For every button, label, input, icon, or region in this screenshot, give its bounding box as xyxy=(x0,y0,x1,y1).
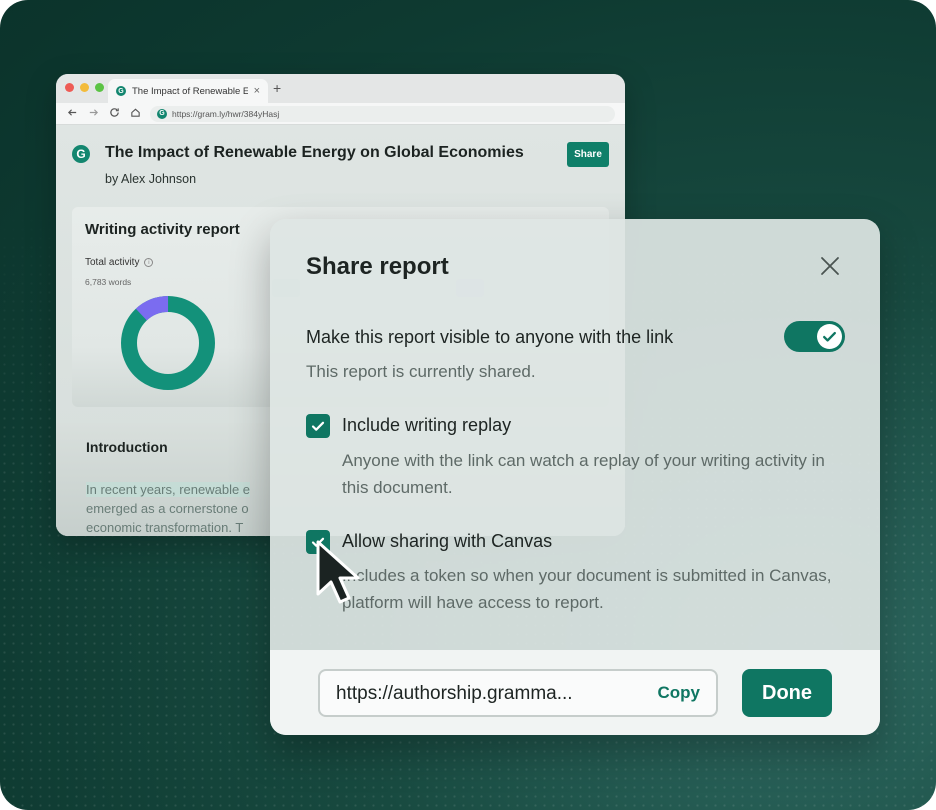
tab-bar: G The Impact of Renewable Ene... × + xyxy=(56,74,625,103)
close-icon xyxy=(821,257,839,275)
toggle-knob xyxy=(817,324,842,349)
word-count: 6,783 words xyxy=(85,277,132,287)
intro-line: In recent years, renewable e xyxy=(86,482,251,497)
background: G The Impact of Renewable Ene... × + G h… xyxy=(0,0,936,810)
intro-line: emerged as a cornerstone o xyxy=(86,501,249,516)
grammarly-site-icon: G xyxy=(157,108,167,119)
check-icon xyxy=(823,331,836,342)
writing-replay-checkbox[interactable] xyxy=(306,414,330,438)
browser-tab[interactable]: G The Impact of Renewable Ene... × xyxy=(108,79,268,103)
mouse-pointer-icon xyxy=(316,540,360,604)
canvas-sharing-label: Allow sharing with Canvas xyxy=(342,531,553,551)
grammarly-favicon-icon: G xyxy=(116,86,126,96)
forward-arrow-icon[interactable] xyxy=(87,107,99,121)
writing-replay-description: Anyone with the link can watch a replay … xyxy=(342,451,825,497)
close-window-button[interactable] xyxy=(65,83,74,92)
new-tab-button[interactable]: + xyxy=(273,80,281,96)
share-link-field[interactable]: https://authorship.gramma... Copy xyxy=(318,669,718,717)
dialog-title: Share report xyxy=(306,253,449,280)
tab-close-icon[interactable]: × xyxy=(254,85,260,97)
share-report-dialog: Share report Make this report visible to… xyxy=(270,219,880,735)
report-card-title: Writing activity report xyxy=(85,221,240,238)
donut-green-segment xyxy=(121,296,215,390)
grammarly-logo-icon: G xyxy=(72,145,90,163)
canvas-sharing-description: Includes a token so when your document i… xyxy=(342,566,832,612)
writing-replay-label: Include writing replay xyxy=(342,415,512,435)
activity-donut-chart xyxy=(121,296,215,390)
copy-link-button[interactable]: Copy xyxy=(658,683,701,703)
share-status-text: This report is currently shared. xyxy=(306,362,536,381)
share-link-text: https://authorship.gramma... xyxy=(336,683,573,704)
total-activity-label: Total activity i xyxy=(85,257,154,268)
done-button[interactable]: Done xyxy=(742,669,832,717)
introduction-title: Introduction xyxy=(86,439,168,455)
share-button[interactable]: Share xyxy=(567,142,609,167)
intro-line: economic transformation. T xyxy=(86,520,244,535)
url-text: https://gram.ly/hwr/384yHasj xyxy=(172,108,280,119)
close-dialog-button[interactable] xyxy=(818,254,842,278)
check-icon xyxy=(311,421,325,431)
info-icon[interactable]: i xyxy=(144,258,154,267)
document-author: by Alex Johnson xyxy=(105,172,197,186)
total-activity-text: Total activity xyxy=(85,257,140,268)
dialog-footer: https://authorship.gramma... Copy Done xyxy=(270,650,880,735)
address-bar: G https://gram.ly/hwr/384yHasj xyxy=(56,103,625,125)
visibility-toggle[interactable] xyxy=(784,321,845,352)
url-field[interactable]: G https://gram.ly/hwr/384yHasj xyxy=(150,105,615,122)
window-controls xyxy=(65,83,104,92)
tab-title: The Impact of Renewable Ene... xyxy=(132,85,248,97)
document-title: The Impact of Renewable Energy on Global… xyxy=(105,144,524,161)
back-arrow-icon[interactable] xyxy=(66,107,78,121)
visibility-label: Make this report visible to anyone with … xyxy=(306,327,674,347)
reload-icon[interactable] xyxy=(108,107,120,121)
introduction-text: In recent years, renewable e emerged as … xyxy=(86,480,251,536)
maximize-window-button[interactable] xyxy=(95,83,104,92)
minimize-window-button[interactable] xyxy=(80,83,89,92)
home-icon[interactable] xyxy=(129,107,141,121)
